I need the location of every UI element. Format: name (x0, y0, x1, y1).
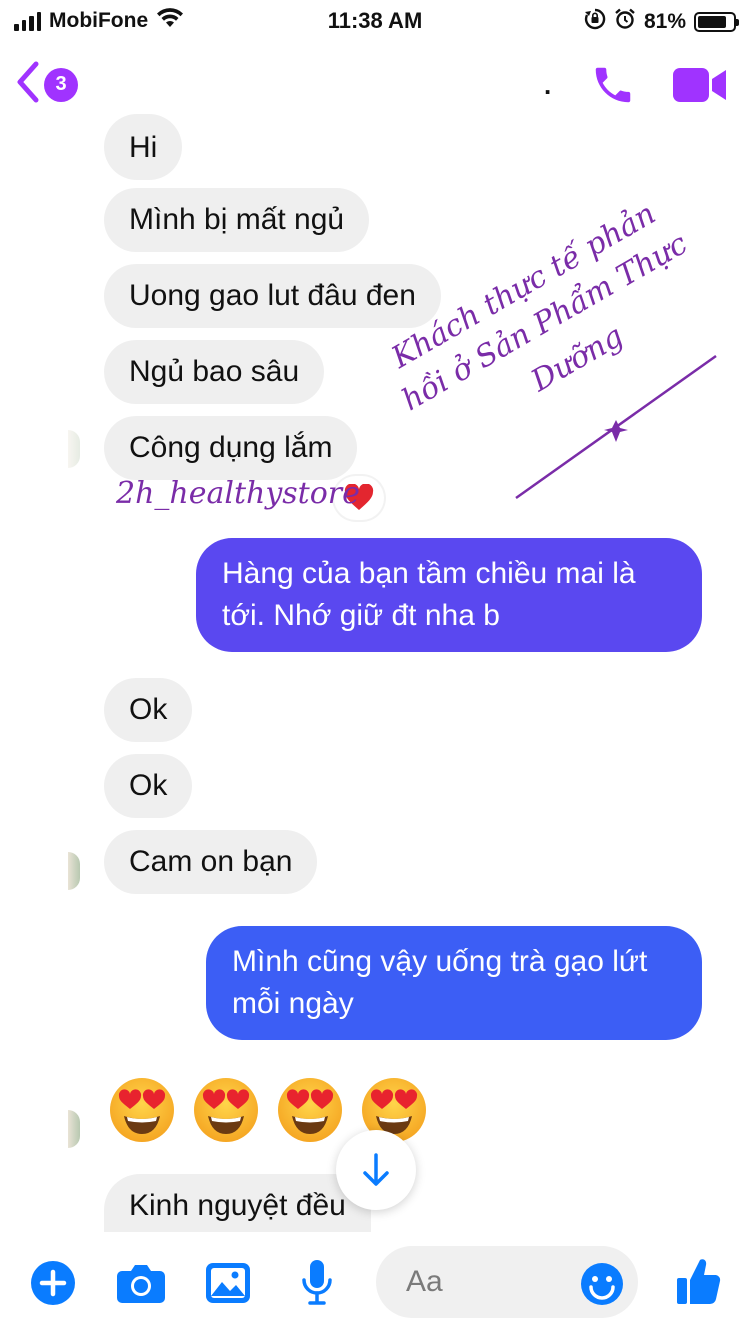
microphone-icon (302, 1260, 332, 1305)
emoji-picker-button[interactable] (580, 1262, 624, 1311)
voice-message-button[interactable] (300, 1258, 334, 1311)
orientation-lock-icon (584, 8, 606, 36)
heart-eyes-emoji-icon (108, 1076, 176, 1149)
phone-icon (595, 67, 631, 103)
more-actions-button[interactable] (30, 1260, 76, 1311)
battery-level (698, 16, 726, 28)
status-right: 81% (584, 8, 739, 36)
decorative-line (515, 354, 717, 500)
message-outgoing[interactable]: Mình cũng vậy uống trà gạo lứt mỗi ngày (206, 926, 702, 1040)
message-incoming[interactable]: Công dụng lắm (104, 416, 358, 480)
arrow-down-icon (363, 1153, 389, 1186)
camera-icon (117, 1265, 165, 1303)
contact-avatar[interactable] (68, 852, 80, 890)
watermark-text: 2h_healthystore (116, 476, 360, 511)
thumbs-up-icon (677, 1259, 721, 1305)
alarm-icon (614, 8, 636, 36)
chat-header: 3 . (0, 44, 750, 124)
chevron-left-icon (14, 60, 40, 109)
composer-bar (0, 1232, 750, 1334)
plus-circle-icon (31, 1261, 75, 1305)
video-call-button[interactable] (672, 66, 728, 109)
battery-icon (694, 12, 739, 32)
message-incoming[interactable]: Cam on bạn (104, 830, 318, 894)
audio-call-button[interactable] (590, 62, 636, 113)
heart-eyes-emoji-icon (192, 1076, 260, 1149)
message-incoming[interactable]: Ok (104, 678, 193, 742)
scroll-to-bottom-button[interactable] (336, 1130, 416, 1210)
message-outgoing[interactable]: Hàng của bạn tầm chiều mai là tới. Nhớ g… (196, 538, 702, 652)
image-icon (206, 1263, 250, 1303)
message-incoming[interactable]: Ngủ bao sâu (104, 340, 325, 404)
gallery-button[interactable] (205, 1262, 251, 1309)
message-incoming[interactable]: Kinh nguyệt đều (104, 1174, 371, 1232)
message-incoming[interactable]: Hi (104, 114, 183, 180)
message-incoming[interactable]: Mình bị mất ngủ (104, 188, 370, 252)
heart-eyes-emoji-icon (276, 1076, 344, 1149)
like-button[interactable] (676, 1256, 722, 1311)
contact-avatar[interactable] (68, 1110, 80, 1148)
contact-name[interactable]: . (544, 70, 552, 101)
video-camera-icon (673, 68, 726, 102)
status-bar: MobiFone 11:38 AM 81% (0, 0, 750, 40)
back-button[interactable]: 3 (14, 60, 78, 109)
smiley-icon (581, 1263, 623, 1305)
unread-count-badge: 3 (44, 67, 78, 102)
message-incoming[interactable]: Ok (104, 754, 193, 818)
contact-avatar[interactable] (68, 430, 80, 468)
camera-button[interactable] (116, 1262, 166, 1309)
message-input[interactable] (406, 1246, 576, 1318)
battery-percent: 81% (643, 10, 686, 33)
